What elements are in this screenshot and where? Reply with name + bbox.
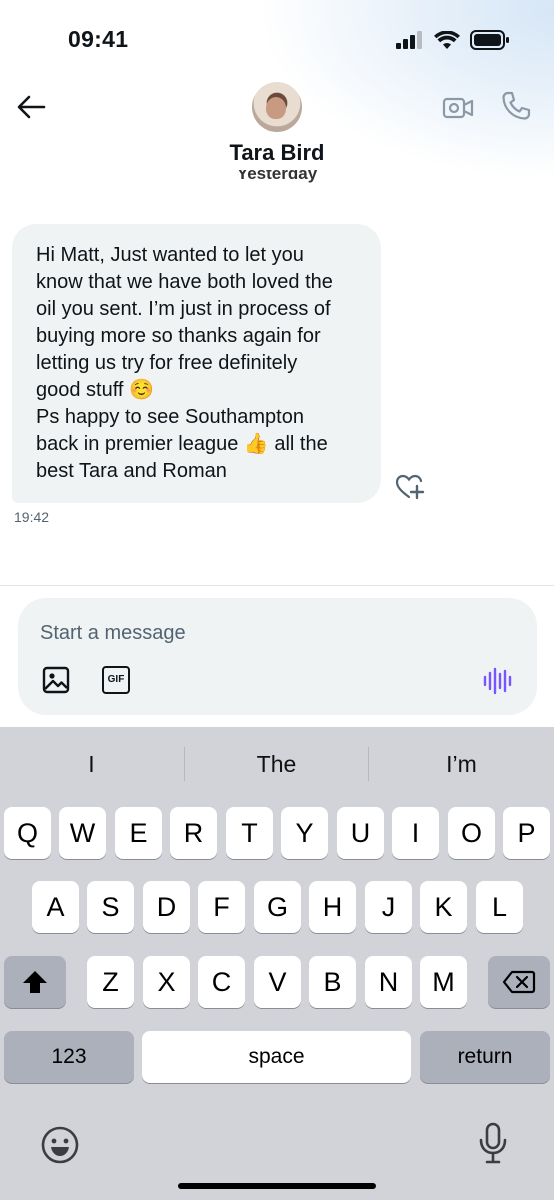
suggestion-1[interactable]: I (0, 747, 183, 781)
contact-name[interactable]: Tara Bird (0, 140, 554, 166)
battery-icon (470, 30, 509, 50)
numbers-key[interactable]: 123 (4, 1031, 134, 1083)
suggestion-bar: I The I’m (0, 727, 554, 799)
key-d[interactable]: D (143, 881, 190, 933)
composer-divider (0, 585, 554, 586)
key-k[interactable]: K (420, 881, 467, 933)
suggestion-3[interactable]: I’m (369, 747, 554, 781)
voice-wave-icon[interactable] (482, 666, 512, 696)
status-icons (396, 30, 510, 50)
space-key[interactable]: space (142, 1031, 411, 1083)
key-a[interactable]: A (32, 881, 79, 933)
key-o[interactable]: O (448, 807, 495, 859)
avatar[interactable] (252, 82, 302, 132)
phone-icon[interactable] (500, 90, 532, 122)
key-z[interactable]: Z (87, 956, 134, 1008)
key-j[interactable]: J (365, 881, 412, 933)
back-arrow-icon[interactable] (14, 90, 48, 124)
message-input[interactable] (40, 618, 460, 648)
shift-key[interactable] (4, 956, 66, 1008)
key-l[interactable]: L (476, 881, 523, 933)
key-t[interactable]: T (226, 807, 273, 859)
key-v[interactable]: V (254, 956, 301, 1008)
suggestion-2[interactable]: The (185, 747, 368, 781)
key-p[interactable]: P (503, 807, 550, 859)
backspace-icon (502, 970, 536, 994)
gif-icon[interactable]: GIF (102, 666, 130, 694)
day-separator-label: Yesterday (236, 170, 318, 183)
video-camera-icon[interactable] (442, 92, 474, 124)
day-separator: Yesterday (0, 170, 554, 188)
message-text: Hi Matt, Just wanted to let you know tha… (36, 244, 333, 482)
key-c[interactable]: C (198, 956, 245, 1008)
key-q[interactable]: Q (4, 807, 51, 859)
received-message-bubble[interactable]: Hi Matt, Just wanted to let you know tha… (12, 224, 381, 503)
image-icon[interactable] (42, 666, 70, 694)
gif-label: GIF (107, 674, 125, 685)
key-x[interactable]: X (143, 956, 190, 1008)
key-w[interactable]: W (59, 807, 106, 859)
emoji-face-icon[interactable] (40, 1125, 80, 1165)
shift-arrow-icon (23, 971, 47, 993)
key-m[interactable]: M (420, 956, 467, 1008)
key-s[interactable]: S (87, 881, 134, 933)
status-time: 09:41 (68, 26, 129, 52)
return-key[interactable]: return (420, 1031, 550, 1083)
key-n[interactable]: N (365, 956, 412, 1008)
delete-key[interactable] (488, 956, 550, 1008)
key-h[interactable]: H (309, 881, 356, 933)
key-f[interactable]: F (198, 881, 245, 933)
keyboard: I The I’m Q W E R T Y U I O P A S D F G … (0, 727, 554, 1200)
wifi-icon (434, 30, 460, 49)
key-y[interactable]: Y (281, 807, 328, 859)
cellular-signal-icon (396, 31, 422, 49)
key-u[interactable]: U (337, 807, 384, 859)
key-e[interactable]: E (115, 807, 162, 859)
message-timestamp: 19:42 (14, 509, 50, 525)
heart-plus-icon[interactable] (395, 473, 427, 501)
key-b[interactable]: B (309, 956, 356, 1008)
home-indicator[interactable] (178, 1183, 376, 1189)
message-composer: GIF (18, 598, 537, 715)
key-r[interactable]: R (170, 807, 217, 859)
microphone-icon[interactable] (478, 1122, 508, 1164)
key-g[interactable]: G (254, 881, 301, 933)
key-i[interactable]: I (392, 807, 439, 859)
